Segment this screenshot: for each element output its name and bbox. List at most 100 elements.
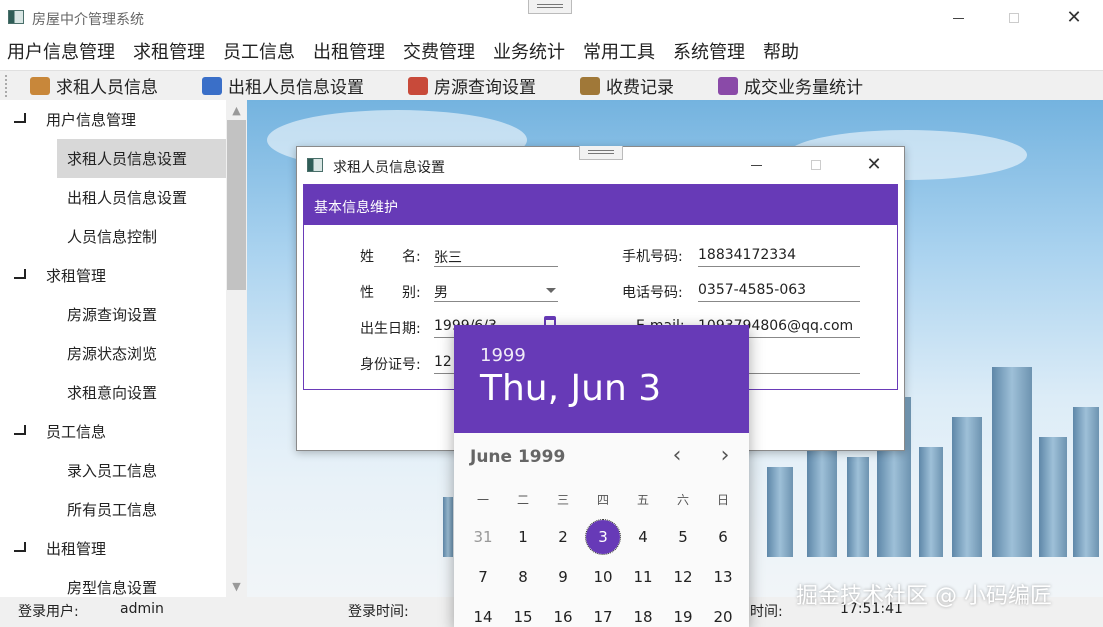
dialog-close-button[interactable]: ✕	[851, 147, 897, 183]
scroll-down-icon[interactable]: ▼	[226, 578, 247, 596]
picker-year[interactable]: 1999	[480, 345, 723, 366]
calendar-day[interactable]: 15	[506, 600, 540, 627]
phone-field[interactable]: 0357-4585-063	[698, 278, 860, 302]
menu-item[interactable]: 用户信息管理	[7, 38, 115, 64]
weekday-header: 一	[476, 493, 489, 507]
toolbar-grip[interactable]	[5, 74, 8, 97]
expand-toggle-icon[interactable]	[14, 268, 26, 279]
calendar-day[interactable]: 6	[706, 520, 740, 554]
tree-group-node[interactable]: 员工信息	[0, 412, 226, 451]
tree-item-label: 出租管理	[46, 540, 107, 558]
navigation-tree: 用户信息管理 求租人员信息设置 出租人员信息设置 人员信息控制 求租管理房源查询设置房源…	[0, 100, 226, 597]
toolbar-button[interactable]: 求租人员信息	[30, 73, 158, 98]
dialog-app-icon	[307, 158, 323, 172]
name-field[interactable]: 张三	[434, 243, 558, 267]
gender-value: 男	[434, 285, 448, 301]
picker-selected-date: Thu, Jun 3	[480, 368, 662, 409]
window-drag-grip[interactable]	[528, 0, 572, 14]
calendar-day[interactable]: 2	[546, 520, 580, 554]
tree-item[interactable]: 房源查询设置	[0, 295, 226, 334]
dialog-maximize-button[interactable]	[793, 147, 839, 183]
calendar-day[interactable]: 5	[666, 520, 700, 554]
calendar-day[interactable]: 10	[586, 560, 620, 594]
calendar-day[interactable]: 11	[626, 560, 660, 594]
menu-item[interactable]: 常用工具	[583, 38, 655, 64]
calendar-day[interactable]: 7	[466, 560, 500, 594]
calendar-day-selected[interactable]: 3	[585, 519, 621, 555]
tree-item[interactable]: 所有员工信息	[0, 490, 226, 529]
dialog-minimize-button[interactable]	[733, 147, 779, 183]
tree-item[interactable]: 房型信息设置	[0, 568, 226, 597]
toolbar-button-label: 出租人员信息设置	[228, 78, 364, 98]
window-titlebar[interactable]: 房屋中介管理系统 ✕	[0, 0, 1103, 36]
calendar-day[interactable]: 31	[466, 520, 500, 554]
tree-item-label: 房源查询设置	[67, 306, 158, 324]
calendar-day[interactable]: 8	[506, 560, 540, 594]
toolbar-button[interactable]: 房源查询设置	[408, 73, 536, 98]
tree-group-node[interactable]: 用户信息管理	[0, 100, 226, 139]
scrollbar-thumb[interactable]	[227, 120, 246, 290]
date-picker-header: 1999 Thu, Jun 3	[454, 325, 749, 433]
tree-item[interactable]: 出租人员信息设置	[0, 178, 226, 217]
toolbar-button-label: 收费记录	[606, 78, 674, 98]
next-month-button[interactable]: ›	[714, 443, 736, 468]
calendar-day[interactable]: 14	[466, 600, 500, 627]
phone-label: 电话号码:	[622, 285, 683, 301]
calendar-day[interactable]: 16	[546, 600, 580, 627]
previous-month-button[interactable]: ‹	[666, 443, 688, 468]
calendar-day[interactable]: 4	[626, 520, 660, 554]
menu-item[interactable]: 求租管理	[133, 38, 205, 64]
tree-item[interactable]: 求租意向设置	[0, 373, 226, 412]
calendar-day[interactable]: 18	[626, 600, 660, 627]
tree-item-label: 录入员工信息	[67, 462, 158, 480]
calendar-day[interactable]: 1	[506, 520, 540, 554]
name-label: 姓 名:	[360, 249, 421, 265]
tree-item[interactable]: 人员信息控制	[0, 217, 226, 256]
calendar-day[interactable]: 17	[586, 600, 620, 627]
calendar-day[interactable]: 13	[706, 560, 740, 594]
tree-item[interactable]: 录入员工信息	[0, 451, 226, 490]
menu-item[interactable]: 交费管理	[403, 38, 475, 64]
birth-label: 出生日期:	[360, 321, 421, 337]
id-label: 身份证号:	[360, 357, 421, 373]
minimize-button[interactable]	[935, 0, 981, 36]
tree-group-node[interactable]: 出租管理	[0, 529, 226, 568]
picker-nav: June 1999 ‹ ›	[454, 433, 749, 481]
maximize-button[interactable]	[991, 0, 1037, 36]
menu-item[interactable]: 出租管理	[313, 38, 385, 64]
tree-group-node[interactable]: 求租管理	[0, 256, 226, 295]
calendar-day[interactable]: 9	[546, 560, 580, 594]
toolbar-button[interactable]: 成交业务量统计	[718, 73, 863, 98]
weekday-header: 四	[596, 493, 609, 507]
expand-toggle-icon[interactable]	[14, 424, 26, 435]
window-title: 房屋中介管理系统	[32, 12, 144, 28]
dialog-drag-grip[interactable]	[579, 146, 623, 160]
mobile-field[interactable]: 18834172334	[698, 243, 860, 267]
toolbar-button[interactable]: 收费记录	[580, 73, 674, 98]
expand-toggle-icon[interactable]	[14, 541, 26, 552]
house-icon	[408, 76, 428, 95]
calendar-day[interactable]: 20	[706, 600, 740, 627]
picker-month-label: June 1999	[470, 447, 566, 467]
chevron-down-icon	[546, 288, 556, 293]
calendar-day[interactable]: 19	[666, 600, 700, 627]
tree-item[interactable]: 房源状态浏览	[0, 334, 226, 373]
weekday-header: 三	[556, 493, 569, 507]
tree-item[interactable]: 求租人员信息设置	[57, 139, 226, 178]
menu-item[interactable]: 帮助	[763, 38, 799, 64]
tree-scrollbar[interactable]: ▲ ▼	[226, 100, 247, 597]
menu-bar: 用户信息管理 求租管理 员工信息 出租管理 交费管理 业务统计 常用工具 系统管理 帮助	[0, 36, 1103, 66]
menu-item[interactable]: 员工信息	[223, 38, 295, 64]
menu-item[interactable]: 系统管理	[673, 38, 745, 64]
close-button[interactable]: ✕	[1051, 0, 1097, 36]
calendar-day[interactable]: 12	[666, 560, 700, 594]
toolbar-button[interactable]: 出租人员信息设置	[202, 73, 364, 98]
menu-item[interactable]: 业务统计	[493, 38, 565, 64]
scroll-up-icon[interactable]: ▲	[226, 102, 247, 120]
app-icon	[8, 10, 24, 24]
tree-item-label: 所有员工信息	[67, 501, 158, 519]
dialog-titlebar[interactable]: 求租人员信息设置 ✕	[297, 146, 904, 183]
expand-toggle-icon[interactable]	[14, 112, 26, 123]
dialog-title: 求租人员信息设置	[333, 160, 445, 176]
gender-select[interactable]: 男	[434, 278, 558, 302]
